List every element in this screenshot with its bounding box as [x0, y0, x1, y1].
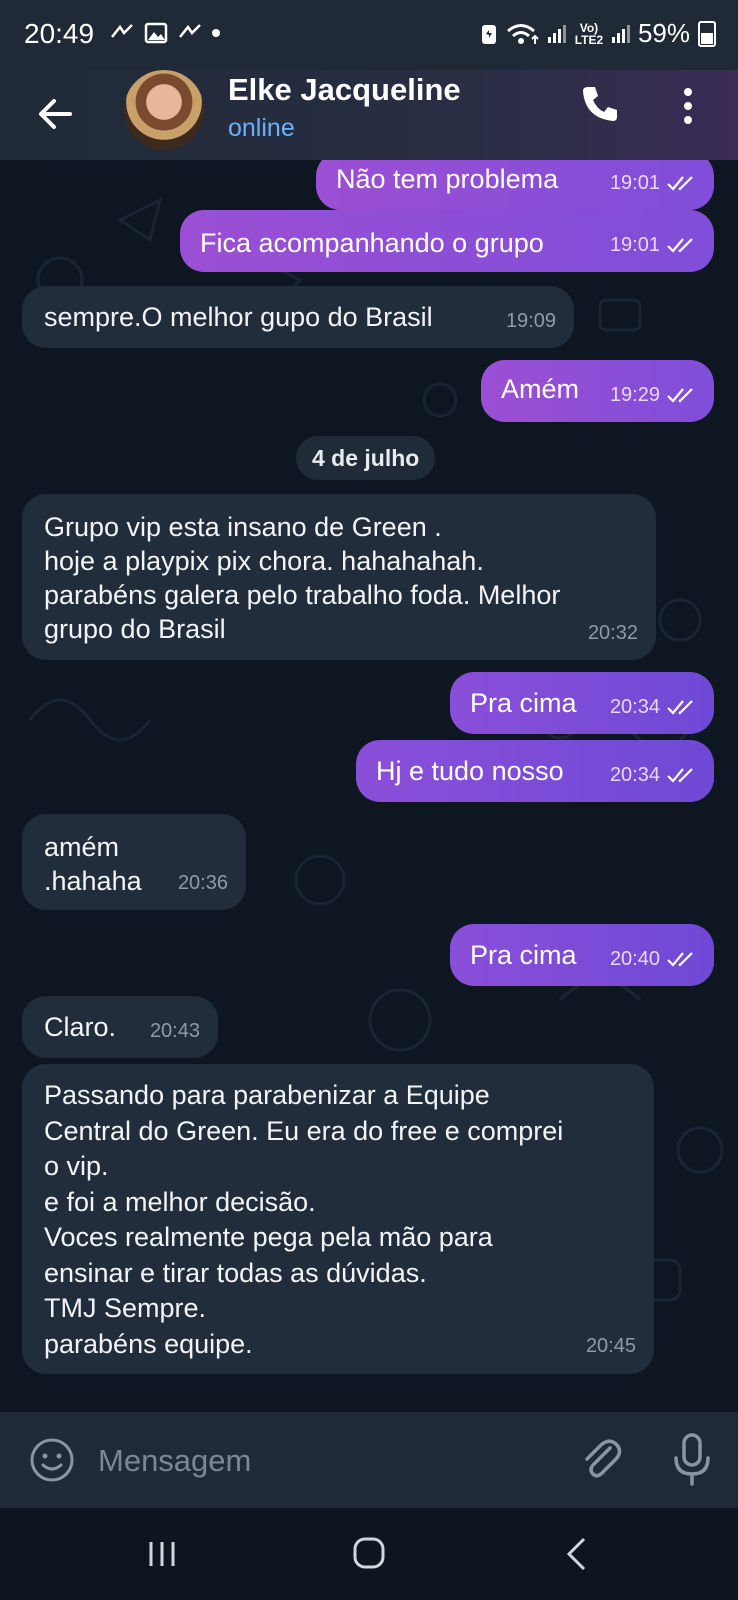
recent-apps-icon[interactable]	[146, 1538, 178, 1570]
message-meta: 19:01	[610, 166, 696, 200]
system-nav-bar	[0, 1508, 738, 1600]
message-time: 20:32	[587, 622, 638, 644]
message-text: amém .hahaha	[44, 832, 142, 896]
message-time: 19:09	[505, 310, 556, 332]
message-bubble-incoming[interactable]: sempre.O melhor gupo do Brasil 19:09	[22, 286, 574, 348]
message-bubble-outgoing[interactable]: Pra cima 20:34	[450, 672, 714, 734]
status-time: 20:49	[24, 18, 95, 49]
nav-back-icon[interactable]	[564, 1536, 588, 1572]
message-text: Claro.	[44, 1012, 117, 1042]
message-bubble-outgoing[interactable]: Pra cima 20:40	[450, 924, 714, 986]
message-time: 20:34	[609, 764, 660, 786]
double-check-icon	[667, 238, 693, 253]
message-time: 20:40	[609, 948, 660, 970]
gallery-icon	[144, 22, 168, 44]
contact-status: online	[228, 114, 295, 142]
contact-name[interactable]: Elke Jacqueline	[228, 72, 461, 108]
message-meta: 19:01	[610, 228, 696, 262]
phone-icon[interactable]	[580, 84, 620, 124]
message-text: sempre.O melhor gupo do Brasil	[44, 302, 433, 332]
signal-icon	[611, 24, 630, 43]
message-bubble-incoming[interactable]: amém .hahaha 20:36	[22, 814, 246, 910]
message-meta: 20:34	[610, 758, 696, 792]
battery-saver-icon	[481, 24, 496, 44]
message-text: Grupo vip esta insano de Green . hoje a …	[44, 512, 561, 644]
signal-icon	[547, 24, 566, 43]
message-time: 19:01	[609, 172, 660, 194]
battery-percent: 59%	[637, 18, 690, 48]
notification-icons	[110, 22, 220, 44]
double-check-icon	[667, 768, 693, 783]
message-meta: 20:40	[610, 942, 696, 976]
more-notifications-dot	[212, 29, 220, 37]
home-icon[interactable]	[352, 1536, 386, 1570]
message-text: Passando para parabenizar a Equipe Centr…	[44, 1080, 564, 1359]
chat-header: Elke Jacqueline online	[0, 70, 738, 160]
message-time: 20:45	[585, 1334, 636, 1357]
smiley-icon[interactable]	[28, 1436, 76, 1484]
microphone-icon[interactable]	[670, 1432, 714, 1486]
message-time: 20:34	[609, 696, 660, 718]
message-time: 20:43	[149, 1020, 200, 1042]
double-check-icon	[667, 700, 693, 715]
composer	[0, 1412, 738, 1508]
message-list[interactable]: Não tem problema 19:01 Fica acompanhando…	[0, 160, 738, 1412]
message-bubble-outgoing[interactable]: Não tem problema 19:01	[316, 160, 714, 210]
double-check-icon	[667, 952, 693, 967]
network-type: Vo) LTE2	[574, 20, 604, 47]
more-vertical-icon[interactable]	[676, 84, 700, 128]
paperclip-icon[interactable]	[576, 1434, 626, 1484]
status-right: Vo) LTE2 59%	[480, 18, 716, 49]
battery-icon	[698, 20, 716, 47]
message-input[interactable]	[96, 1432, 560, 1490]
message-bubble-outgoing[interactable]: Amém 19:29	[481, 360, 714, 422]
message-text: Não tem problema	[336, 164, 559, 194]
message-bubble-outgoing[interactable]: Hj e tudo nosso 20:34	[356, 740, 714, 802]
message-meta: 19:29	[610, 378, 696, 412]
double-check-icon	[667, 176, 693, 191]
message-meta: 20:34	[610, 690, 696, 724]
double-check-icon	[667, 388, 693, 403]
wifi-icon	[506, 23, 539, 44]
message-text: Amém	[501, 374, 580, 404]
message-bubble-incoming[interactable]: Claro. 20:43	[22, 996, 218, 1058]
notification-app-icon	[111, 24, 133, 38]
message-text: Fica acompanhando o grupo	[200, 228, 544, 258]
message-text: Pra cima	[470, 688, 577, 718]
avatar[interactable]	[124, 70, 204, 150]
message-bubble-incoming[interactable]: Grupo vip esta insano de Green . hoje a …	[22, 494, 656, 660]
message-bubble-outgoing[interactable]: Fica acompanhando o grupo 19:01	[180, 210, 714, 272]
message-time: 19:01	[609, 234, 660, 256]
message-text: Hj e tudo nosso	[376, 756, 564, 786]
message-text: Pra cima	[470, 940, 577, 970]
date-separator: 4 de julho	[296, 436, 436, 480]
message-time: 19:29	[609, 384, 660, 406]
status-bar: 20:49 Vo) LTE2 59%	[0, 0, 738, 70]
back-arrow-icon[interactable]	[34, 92, 78, 136]
message-bubble-incoming[interactable]: Passando para parabenizar a Equipe Centr…	[22, 1064, 654, 1374]
message-time: 20:36	[177, 872, 228, 894]
notification-app-icon	[179, 24, 201, 38]
